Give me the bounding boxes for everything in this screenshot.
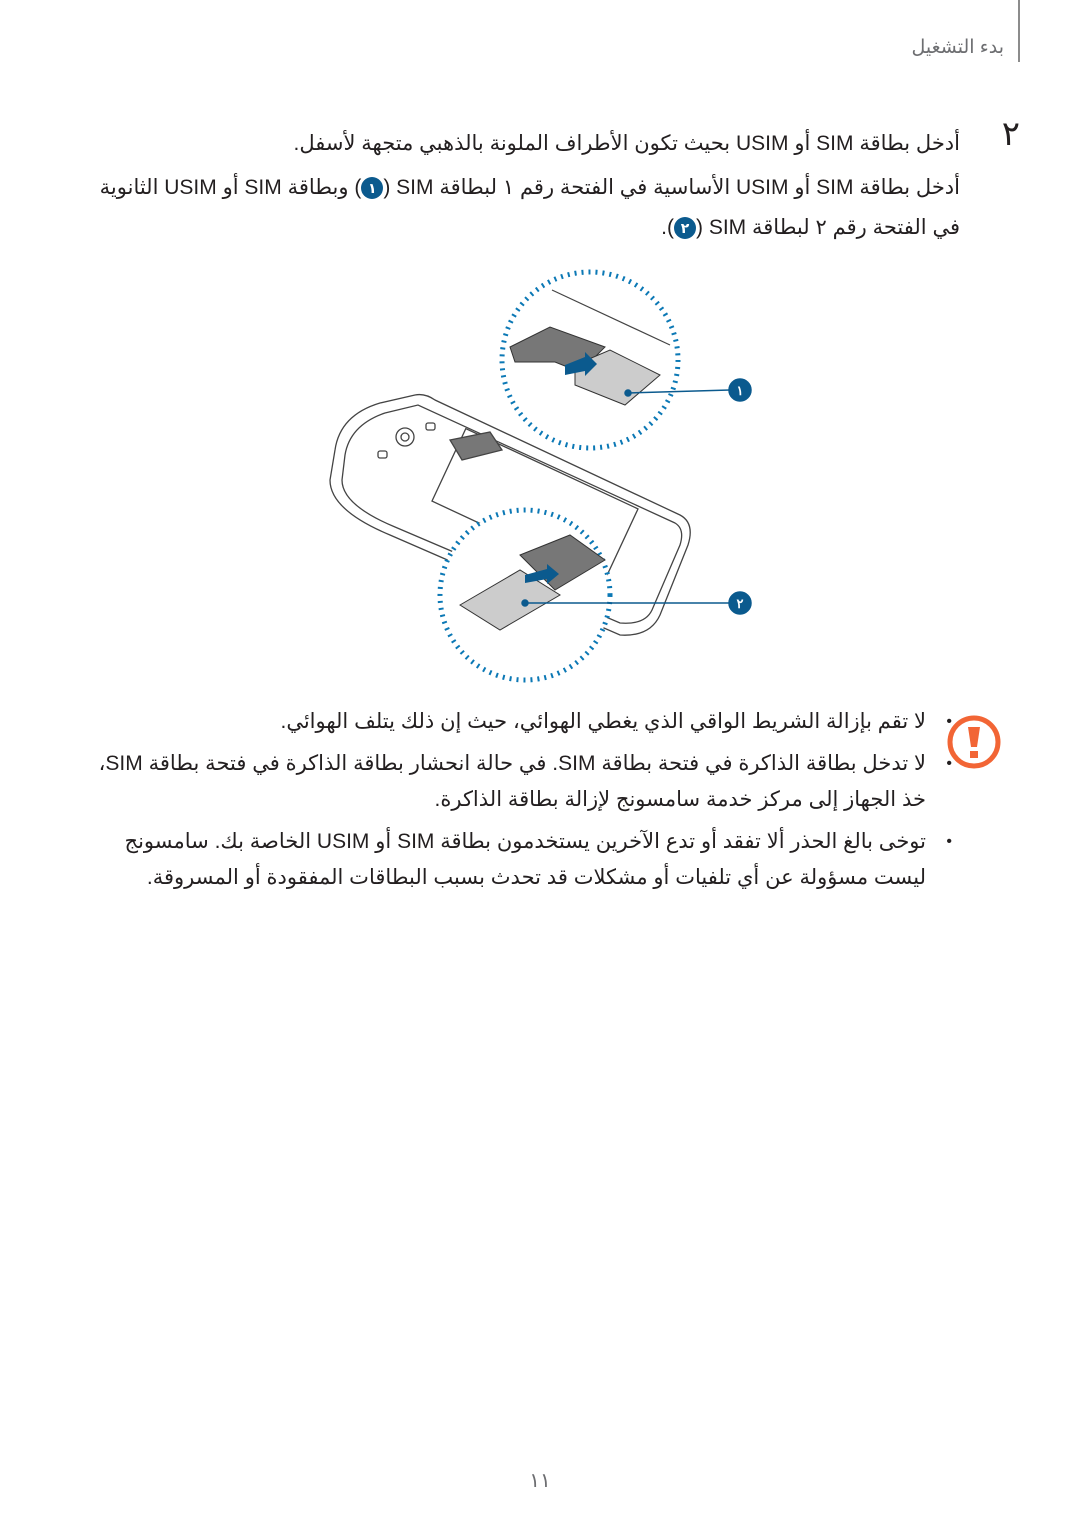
warning-item: لا تقم بإزالة الشريط الواقي الذي يغطي ال…	[72, 704, 952, 740]
callout-badge-2: ٢	[674, 217, 696, 240]
step-detail: أدخل بطاقة SIM أو USIM الأساسية في الفتح…	[80, 168, 960, 248]
step-detail-text-3: ).	[661, 216, 674, 239]
callout-label-2: ٢	[737, 596, 744, 611]
warning-item: لا تدخل بطاقة الذاكرة في فتحة بطاقة SIM.…	[72, 746, 952, 818]
step-instruction: أدخل بطاقة SIM أو USIM بحيث تكون الأطراف…	[293, 132, 960, 155]
zoom-circle-slot-2	[437, 507, 613, 683]
sim-insertion-illustration: ١ ٢	[329, 269, 752, 683]
warning-list: لا تقم بإزالة الشريط الواقي الذي يغطي ال…	[72, 704, 952, 902]
step-number: ٢	[1001, 115, 1020, 153]
section-title: بدء التشغيل	[911, 37, 1004, 58]
step-detail-text-1: أدخل بطاقة SIM أو USIM الأساسية في الفتح…	[383, 176, 960, 199]
page-number: ١١	[529, 1470, 551, 1492]
caution-icon	[947, 715, 1001, 769]
warning-item: توخى بالغ الحذر ألا تفقد أو تدع الآخرين …	[72, 824, 952, 896]
callout-label-1: ١	[737, 383, 744, 398]
callout-badge-1: ١	[361, 177, 384, 200]
zoom-circle-slot-1	[499, 269, 681, 451]
header-divider	[1018, 0, 1020, 62]
